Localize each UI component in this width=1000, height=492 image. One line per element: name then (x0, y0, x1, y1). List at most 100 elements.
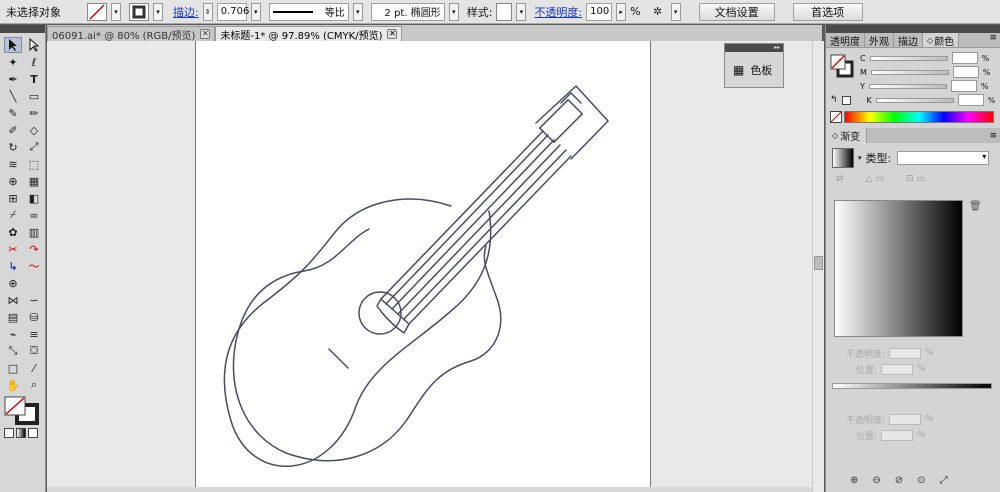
recolor-icon[interactable]: ✲ (649, 4, 667, 20)
brush-select[interactable]: 2 pt. 椭圆形 (370, 2, 445, 21)
mesh-tool-icon[interactable]: ⊞ (4, 190, 22, 206)
stroke-dropdown-icon[interactable]: ▾ (153, 2, 163, 21)
pencil-tool-icon[interactable]: ✏ (25, 105, 43, 121)
tab-document-untitled[interactable]: 未标题-1* @ 97.89% (CMYK/预览) ✕ (215, 26, 403, 42)
artboard-tool-icon[interactable]: □ (4, 360, 22, 376)
gradient-tool-icon[interactable]: ◧ (25, 190, 43, 206)
cyan-slider[interactable] (869, 55, 948, 61)
document-setup-button[interactable]: 文档设置 (698, 2, 775, 21)
artboard[interactable] (195, 41, 651, 492)
knife-tool-icon[interactable]: ⁄ (25, 360, 43, 376)
position-field-1[interactable] (881, 363, 914, 375)
position-field-2[interactable] (881, 429, 914, 441)
gradient-type-select[interactable]: ▾ (897, 151, 990, 165)
none-mode-icon[interactable] (28, 428, 38, 438)
curvature-tool-icon[interactable]: ↷ (25, 241, 43, 257)
blob-brush-tool-icon[interactable]: ✐ (4, 122, 22, 138)
panel-menu-icon[interactable]: ≡ (989, 131, 1000, 141)
stroke-weight-dropdown-icon[interactable]: ▾ (250, 2, 261, 21)
stroke-profile-select[interactable]: 等比 (268, 2, 349, 21)
panel-collapse-icon[interactable]: ▸▸ (725, 44, 783, 52)
warp-mesh-icon[interactable]: ∽ (25, 292, 43, 308)
black-slider[interactable] (875, 97, 954, 103)
tab-appearance[interactable]: 外观 (865, 33, 894, 48)
opacity-field-2[interactable] (889, 413, 922, 425)
stroke-link[interactable]: 描边: (173, 4, 199, 20)
color-spectrum[interactable] (844, 111, 994, 123)
close-icon[interactable]: ✕ (387, 29, 398, 39)
magic-wand-tool-icon[interactable]: ✦ (4, 54, 22, 70)
rotate-tool-icon[interactable]: ↻ (4, 139, 22, 155)
brush-dropdown-icon[interactable]: ▾ (448, 2, 459, 21)
anchor-add-icon[interactable]: ✂ (4, 241, 22, 257)
free-transform-tool-icon[interactable]: ⬚ (25, 156, 43, 172)
hand-tool-icon[interactable]: ✋ (4, 377, 22, 393)
cyan-field[interactable] (951, 52, 978, 64)
pen-tool-icon[interactable]: ✒ (4, 71, 22, 87)
shape-builder-tool-icon[interactable]: ⊕ (4, 173, 22, 189)
style-swatch[interactable] (496, 2, 513, 21)
horizontal-scrollbar[interactable] (47, 487, 812, 492)
perspective-grid-tool-icon[interactable]: ▦ (25, 173, 43, 189)
slice-tool-icon[interactable]: ⌁ (4, 326, 22, 342)
live-paint-select-icon[interactable]: ⛋ (25, 343, 43, 359)
yellow-field[interactable] (950, 80, 977, 92)
envelope-distort-icon[interactable]: ⋈ (4, 292, 22, 308)
gradient-swatch-dropdown-icon[interactable]: ▾ (858, 154, 862, 162)
measure-tool-icon[interactable]: ⤡ (4, 343, 22, 359)
profile-dropdown-icon[interactable]: ▾ (352, 2, 363, 21)
scale-tool-icon[interactable]: ⤢ (25, 139, 43, 155)
stop-icon[interactable]: ⊖ (872, 475, 880, 486)
align-icon[interactable]: ≡ (25, 326, 43, 342)
trash-icon[interactable]: 🗑 (969, 201, 982, 212)
preferences-button[interactable]: 首选项 (792, 2, 863, 21)
canvas-area[interactable] (47, 41, 812, 492)
fill-stroke-indicator-icon[interactable] (3, 395, 47, 425)
opacity-field-1[interactable] (889, 347, 922, 359)
swatches-mini-panel[interactable]: ▸▸ ▦ 色板 (724, 43, 784, 88)
selection-tool-icon[interactable] (4, 37, 22, 53)
fill-stroke-swatch-icon[interactable] (830, 54, 854, 78)
paintbrush-tool-icon[interactable]: ✎ (4, 105, 22, 121)
zoom-tool-icon[interactable]: ⌕ (25, 377, 43, 393)
black-field[interactable] (957, 94, 984, 106)
angle-icon[interactable]: △ ▭ (866, 174, 884, 184)
artboard-crosshair-icon[interactable]: ⊕ (4, 275, 22, 291)
swap-arrow-icon[interactable]: ↰ (830, 95, 838, 105)
panel-menu-icon[interactable]: ≡ (989, 33, 1000, 47)
symbol-sprayer-tool-icon[interactable]: ✿ (4, 224, 22, 240)
rectangle-tool-icon[interactable]: ▭ (25, 88, 43, 104)
close-icon[interactable]: ✕ (200, 29, 211, 39)
expand-icon[interactable]: ⤢ (940, 475, 948, 486)
yellow-slider[interactable] (868, 83, 947, 89)
tab-stroke[interactable]: 描边 (894, 33, 923, 48)
stroke-swatch[interactable] (129, 2, 149, 21)
line-tool-icon[interactable]: ╲ (4, 88, 22, 104)
color-mode-icon[interactable] (4, 428, 14, 438)
none-color-icon[interactable] (830, 111, 842, 123)
opacity-dropdown-icon[interactable]: ▸ (616, 2, 627, 21)
new-swatch-icon[interactable]: ⊕ (850, 475, 858, 486)
tab-document-06091[interactable]: 06091.ai* @ 80% (RGB/预览) ✕ (47, 26, 216, 42)
scrollbar-thumb[interactable] (814, 256, 823, 270)
gradient-slider-strip[interactable] (832, 383, 992, 389)
stroke-weight-field[interactable]: 0.706 (216, 2, 249, 21)
white-swatch-icon[interactable] (841, 95, 851, 105)
eyedropper-tool-icon[interactable]: ⌿ (4, 207, 22, 223)
add-stop-icon[interactable]: ⊙ (917, 475, 925, 486)
blend-tool-icon[interactable]: ∞ (25, 207, 43, 223)
link-icon[interactable]: ⊘ (895, 475, 903, 486)
chart-grid-icon[interactable]: ▤ (4, 309, 22, 325)
swatches-button[interactable]: ▦ 色板 (725, 52, 783, 78)
vertical-scrollbar[interactable] (812, 41, 824, 492)
eraser-tool-icon[interactable]: ◇ (25, 122, 43, 138)
lasso-tool-icon[interactable]: ℓ (25, 54, 43, 70)
column-graph-tool-icon[interactable]: ▥ (25, 224, 43, 240)
fill-dropdown-icon[interactable]: ▾ (111, 2, 121, 21)
gradient-swatch[interactable] (832, 148, 854, 168)
gradient-preview[interactable] (834, 200, 963, 337)
fill-swatch[interactable] (87, 2, 107, 21)
magenta-slider[interactable] (870, 69, 949, 75)
magenta-field[interactable] (952, 66, 979, 78)
tab-transparency[interactable]: 透明度 (826, 33, 865, 48)
